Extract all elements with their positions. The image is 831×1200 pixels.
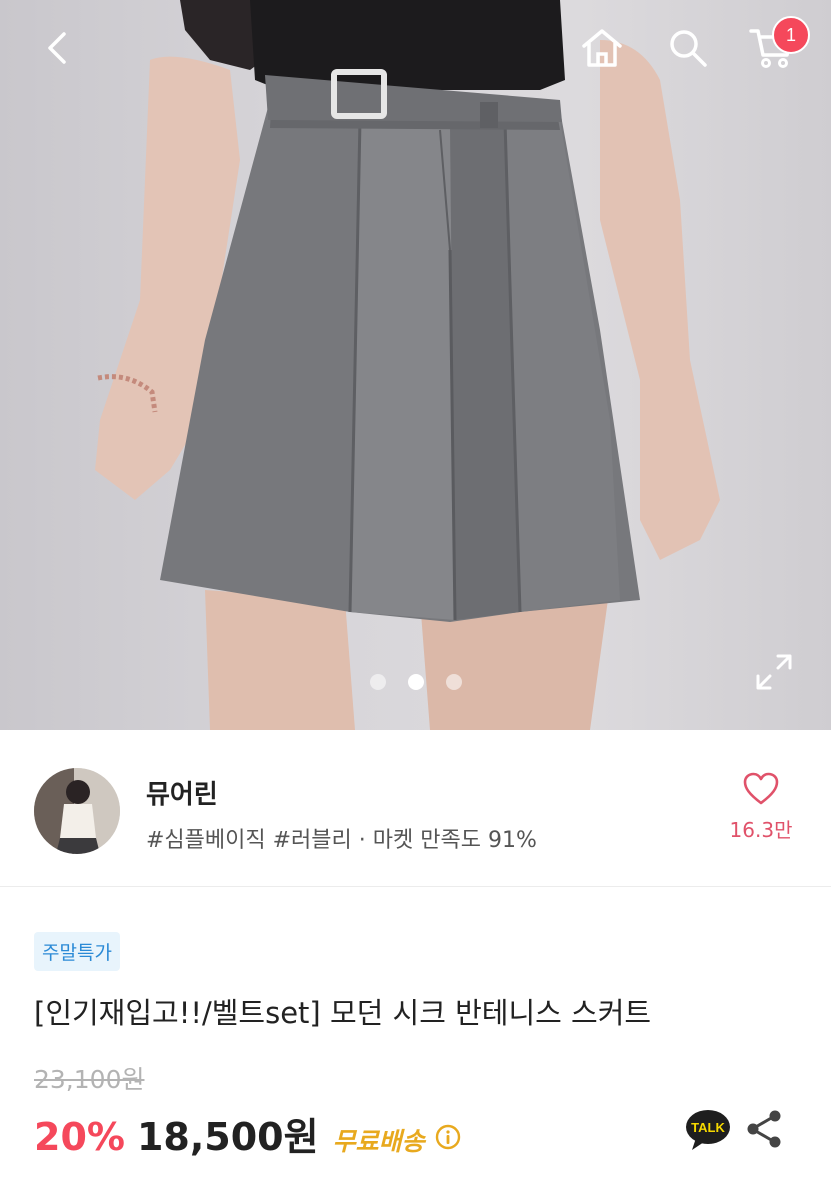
search-icon xyxy=(670,30,707,67)
discount-rate: 20% xyxy=(34,1115,125,1159)
info-circle-icon[interactable] xyxy=(435,1124,461,1150)
share-button[interactable] xyxy=(744,1108,784,1154)
free-shipping-label: 무료배송 xyxy=(332,1127,425,1156)
home-icon xyxy=(582,29,622,67)
price-row: 20% 18,500원 무료배송 xyxy=(34,1106,461,1161)
share-icon xyxy=(747,1110,781,1148)
gallery-pagination xyxy=(370,674,462,690)
back-button[interactable] xyxy=(30,20,86,76)
gallery-dot[interactable] xyxy=(370,674,386,690)
talk-label: TALK xyxy=(691,1120,725,1135)
like-button[interactable]: 16.3만 xyxy=(720,772,802,843)
sale-price: 18,500원 xyxy=(136,1115,319,1159)
home-button[interactable] xyxy=(574,20,630,76)
expand-image-button[interactable] xyxy=(748,646,800,698)
shop-avatar-image xyxy=(34,768,120,854)
chevron-left-icon xyxy=(48,32,66,64)
shop-tags: #심플베이직 #러블리 · 마켓 만족도 91% xyxy=(146,828,537,853)
shop-avatar[interactable] xyxy=(34,768,120,854)
original-price: 23,100원 xyxy=(34,1065,145,1094)
promo-badge: 주말특가 xyxy=(34,932,120,971)
product-photo xyxy=(95,0,720,730)
gallery-dot-active[interactable] xyxy=(408,674,424,690)
kakao-talk-button[interactable]: TALK xyxy=(684,1108,732,1158)
product-image-gallery[interactable]: 1 xyxy=(0,0,831,730)
like-count: 16.3만 xyxy=(729,818,793,842)
talk-bubble-icon: TALK xyxy=(686,1110,730,1150)
heart-outline-icon xyxy=(743,772,779,805)
shop-name[interactable]: 뮤어린 xyxy=(146,774,218,811)
expand-icon xyxy=(756,654,792,690)
cart-count-badge: 1 xyxy=(772,16,810,54)
gallery-dot[interactable] xyxy=(446,674,462,690)
search-button[interactable] xyxy=(660,20,716,76)
shop-info-row[interactable]: 뮤어린 #심플베이직 #러블리 · 마켓 만족도 91% 16.3만 xyxy=(0,730,831,887)
product-title: [인기재입고!!/벨트set] 모던 시크 반테니스 스커트 xyxy=(34,996,652,1030)
